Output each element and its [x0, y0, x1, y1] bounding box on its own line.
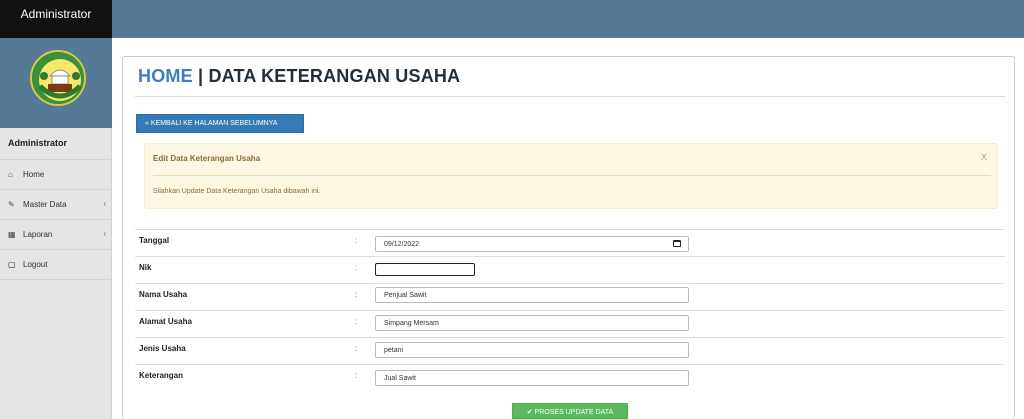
alert-text: Silahkan Update Data Keterangan Usaha di… [153, 188, 321, 195]
jenis-usaha-value: petani [384, 347, 404, 354]
title-separator: | [192, 66, 209, 86]
field-label: Jenis Usaha [139, 344, 186, 353]
home-icon: ⌂ [8, 170, 13, 179]
alert-divider [153, 175, 991, 176]
jenis-usaha-input[interactable]: petani [375, 342, 689, 358]
info-alert: Edit Data Keterangan Usaha X Silahkan Up… [144, 143, 998, 209]
sidebar-username: Administrator [0, 128, 112, 160]
field-label: Keterangan [139, 371, 184, 380]
form-row-nik: Nik : [135, 256, 1005, 283]
sidebar-item-master-data[interactable]: ✎ Master Data ‹ [0, 190, 112, 220]
keterangan-input[interactable]: Jual Sawit [375, 370, 689, 386]
sidebar-item-label: Logout [23, 260, 48, 269]
submit-button-label: PROSES UPDATE DATA [534, 409, 614, 416]
calendar-icon: ▦ [8, 230, 16, 239]
form-row-jenis-usaha: Jenis Usaha : petani [135, 337, 1005, 364]
top-navbar [0, 0, 1024, 38]
sidebar-item-logout[interactable]: ▢ Logout [0, 250, 112, 280]
form-row-alamat-usaha: Alamat Usaha : Simpang Mersam [135, 310, 1005, 337]
field-label: Tanggal [139, 236, 170, 245]
home-breadcrumb[interactable]: HOME [138, 66, 193, 86]
field-colon: : [355, 371, 358, 380]
back-button-label: KEMBALI KE HALAMAN SEBELUMNYA [150, 120, 278, 127]
sidebar-item-laporan[interactable]: ▦ Laporan ‹ [0, 220, 112, 250]
form-row-keterangan: Keterangan : Jual Sawit [135, 364, 1005, 394]
chevron-left-icon: ‹ [103, 199, 106, 208]
calendar-picker-icon[interactable] [673, 240, 681, 247]
sidebar-item-label: Master Data [23, 200, 67, 209]
sidebar-item-label: Home [23, 170, 45, 179]
nama-usaha-value: Penjual Sawit [384, 292, 427, 299]
logo [30, 50, 86, 106]
form-row-tanggal: Tanggal : 09/12/2022 [135, 229, 1005, 256]
sidebar: Administrator ⌂ Home ✎ Master Data ‹ ▦ L… [0, 38, 112, 419]
alert-title: Edit Data Keterangan Usaha [153, 154, 261, 163]
nik-input[interactable] [375, 263, 475, 276]
title-divider [135, 96, 1005, 97]
logo-emblem-icon [33, 53, 84, 104]
edit-icon: ✎ [8, 200, 15, 209]
field-label: Alamat Usaha [139, 317, 192, 326]
page-title: HOME | DATA KETERANGAN USAHA [138, 66, 460, 87]
field-colon: : [355, 344, 358, 353]
tanggal-date-input[interactable]: 09/12/2022 [375, 236, 689, 252]
tanggal-value: 09/12/2022 [384, 241, 420, 248]
alamat-usaha-input[interactable]: Simpang Mersam [375, 315, 689, 331]
brand-title[interactable]: Administrator [0, 0, 112, 38]
logo-area [0, 38, 112, 128]
field-label: Nik [139, 263, 152, 272]
nama-usaha-input[interactable]: Penjual Sawit [375, 287, 689, 303]
page-title-text: DATA KETERANGAN USAHA [208, 66, 461, 86]
field-colon: : [355, 263, 358, 272]
double-chevron-left-icon: « [145, 120, 149, 127]
back-button[interactable]: « KEMBALI KE HALAMAN SEBELUMNYA [136, 114, 304, 133]
alert-close-button[interactable]: X [981, 152, 987, 162]
sidebar-item-label: Laporan [23, 230, 53, 239]
field-colon: : [355, 317, 358, 326]
field-colon: : [355, 290, 358, 299]
chevron-left-icon: ‹ [103, 229, 106, 238]
field-label: Nama Usaha [139, 290, 188, 299]
alamat-usaha-value: Simpang Mersam [384, 320, 439, 327]
logout-icon: ▢ [8, 260, 16, 269]
keterangan-value: Jual Sawit [384, 375, 416, 382]
submit-update-button[interactable]: ✔ PROSES UPDATE DATA [512, 403, 628, 419]
sidebar-item-home[interactable]: ⌂ Home [0, 160, 112, 190]
field-colon: : [355, 236, 358, 245]
check-icon: ✔ [526, 409, 533, 416]
form-row-nama-usaha: Nama Usaha : Penjual Sawit [135, 283, 1005, 310]
